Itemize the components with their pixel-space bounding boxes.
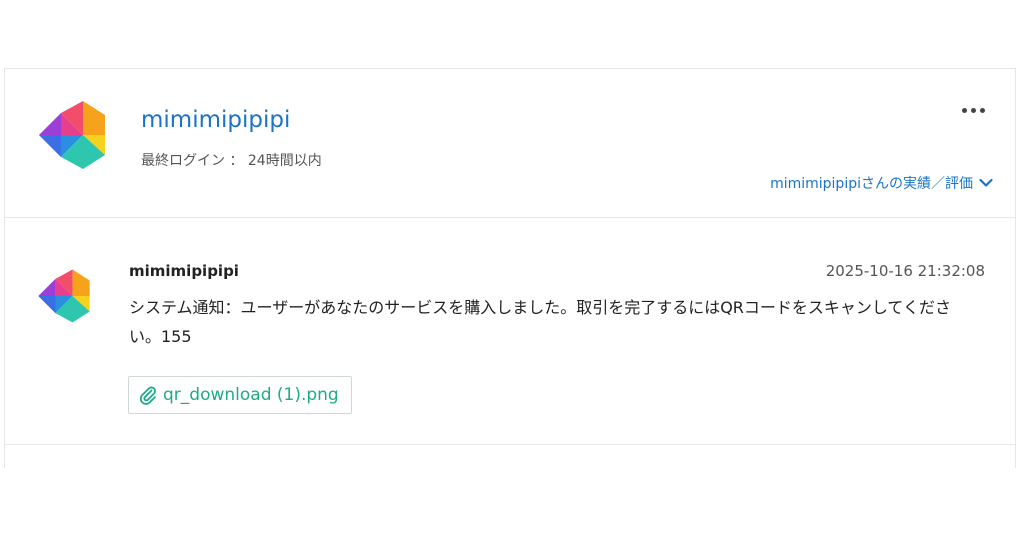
seller-username-link[interactable]: mimimipipipi: [141, 107, 290, 133]
chevron-down-icon: [979, 178, 993, 187]
ratings-link-label: mimimipipipiさんの実績／評価: [770, 176, 973, 192]
attachment-filename: qr_download (1).png: [163, 385, 339, 405]
paperclip-icon: [139, 386, 156, 405]
more-horizontal-icon: [961, 107, 967, 113]
message-timestamp: 2025-10-16 21:32:08: [825, 262, 985, 280]
seller-card: mimimipipipi 最終ログイン ： 24時間以内 mimimipipip…: [4, 68, 1016, 468]
message-item: mimimipipipi 2025-10-16 21:32:08 システム通知：…: [5, 218, 1015, 445]
more-options-button[interactable]: [957, 99, 989, 121]
more-horizontal-icon: [979, 107, 985, 113]
profile-header: mimimipipipi 最終ログイン ： 24時間以内 mimimipipip…: [5, 69, 1015, 218]
ratings-link[interactable]: mimimipipipiさんの実績／評価: [770, 173, 993, 193]
message-body: システム通知：ユーザーがあなたのサービスを購入しました。取引を完了するにはQRコ…: [129, 298, 951, 346]
attachment-link[interactable]: qr_download (1).png: [128, 376, 352, 414]
sender-avatar-icon[interactable]: [38, 268, 90, 324]
more-horizontal-icon: [970, 107, 976, 113]
avatar-logo-icon[interactable]: [39, 99, 105, 171]
last-login-text: 最終ログイン ： 24時間以内: [141, 153, 322, 169]
message-sender: mimimipipipi: [129, 262, 239, 280]
